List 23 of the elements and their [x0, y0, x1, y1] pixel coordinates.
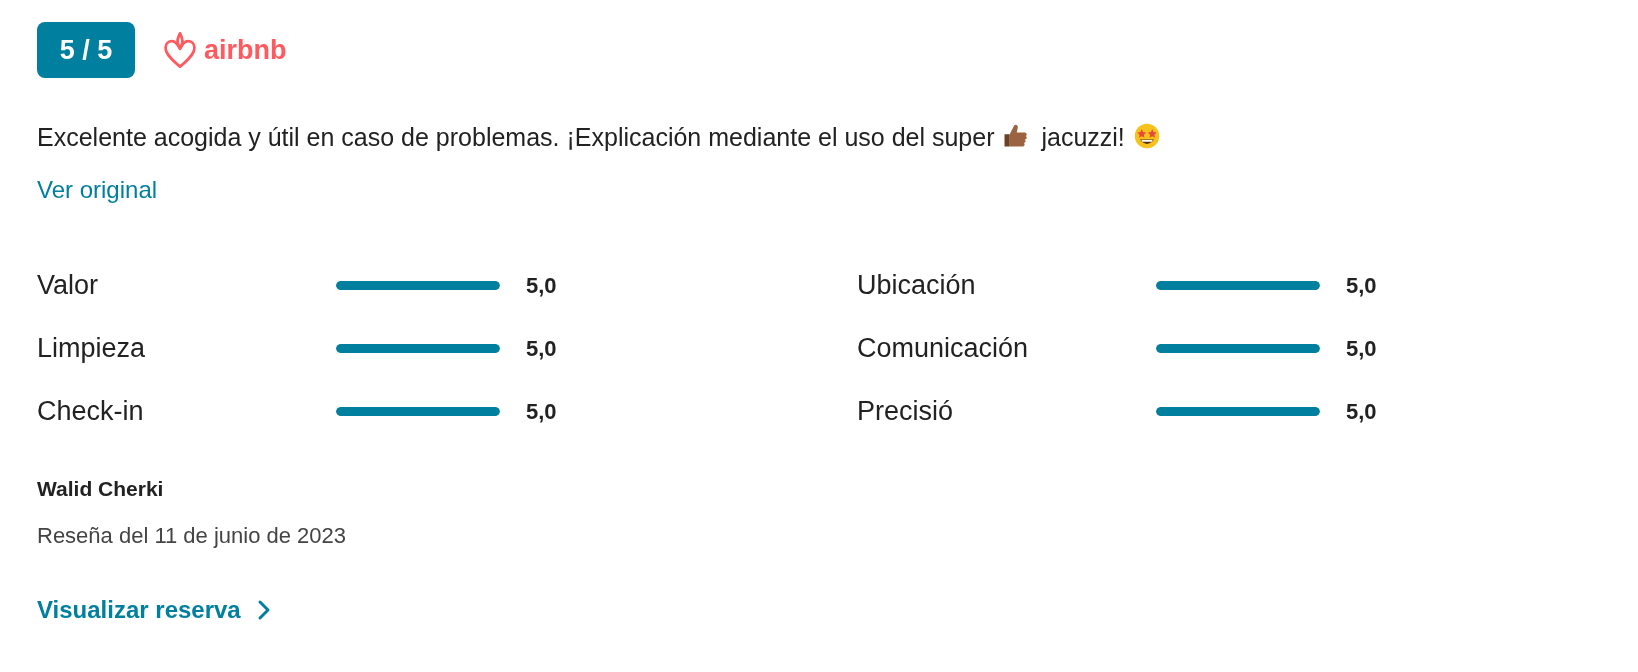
score-badge: 5 / 5	[37, 22, 135, 78]
rating-value: 5,0	[1346, 398, 1377, 426]
rating-label: Check-in	[37, 395, 145, 429]
star-eyed-face-icon	[1132, 122, 1161, 150]
rating-label: Valor	[37, 269, 100, 303]
rating-value: 5,0	[526, 398, 557, 426]
rating-label: Comunicación	[857, 332, 1030, 366]
rating-label: Precisió	[857, 395, 955, 429]
rating-label: Ubicación	[857, 269, 977, 303]
rating-value: 5,0	[1346, 272, 1377, 300]
reviewer-name: Walid Cherki	[37, 476, 165, 502]
review-text: Excelente acogida y útil en caso de problemas. ¡Explicación mediante el uso del super	[37, 123, 995, 151]
review-text: jacuzzi!	[1041, 123, 1125, 151]
review-date: Reseña del 11 de junio de 2023	[37, 521, 348, 550]
airbnb-logo-icon	[162, 30, 198, 70]
rating-label: Limpieza	[37, 332, 147, 366]
rating-value: 5,0	[1346, 335, 1377, 363]
source-name: airbnb	[204, 36, 287, 64]
rating-value: 5,0	[526, 272, 557, 300]
rating-value: 5,0	[526, 335, 557, 363]
chevron-right-icon	[256, 598, 271, 621]
view-booking-link[interactable]: Visualizar reserva	[37, 591, 271, 628]
translation-link[interactable]: Ver original	[37, 172, 158, 208]
